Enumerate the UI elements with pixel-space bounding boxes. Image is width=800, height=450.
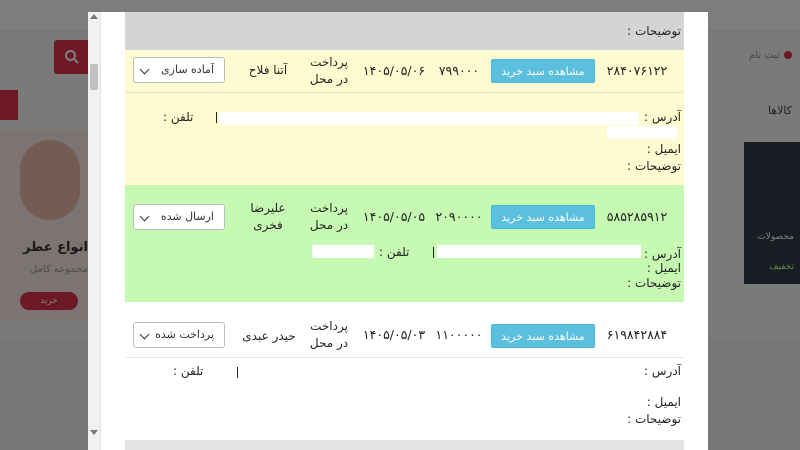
next-order-edge (125, 440, 684, 450)
customer-name: حیدر عبدی (242, 329, 296, 343)
separator-bar (237, 367, 238, 378)
order-row-pending: ۲۸۴۰۷۶۱۲۲ مشاهده سبد خرید ۷۹۹۰۰۰ ۱۴۰۵/۰۵… (125, 50, 684, 185)
address-value-overflow (607, 126, 677, 139)
chevron-down-icon (139, 64, 150, 75)
order-code: ۶۱۹۸۴۲۸۸۴ (606, 327, 668, 342)
scroll-up-arrow-icon[interactable] (90, 14, 98, 19)
previous-order-details: توضیحات : (125, 12, 684, 50)
customer-name: آتنا فلاح (248, 63, 288, 77)
notes-label: توضیحات : (627, 24, 681, 38)
address-value-field (219, 112, 639, 125)
payment-line-1: پرداخت (310, 319, 348, 333)
row-divider (125, 357, 684, 358)
address-label: آدرس : (644, 110, 681, 124)
email-label: ایمیل : (646, 261, 681, 275)
payment-line-2: در محل (309, 72, 349, 86)
separator-bar (433, 247, 434, 258)
orders-modal: توضیحات : ۲۸۴۰۷۶۱۲۲ مشاهده سبد خرید ۷۹۹۰… (88, 12, 708, 450)
order-date: ۱۴۰۵/۰۵/۰۳ (362, 327, 426, 342)
order-row-paid: ۶۱۹۸۴۲۸۸۴ مشاهده سبد خرید ۱۱۰۰۰۰۰ ۱۴۰۵/۰… (125, 302, 684, 440)
status-selected-value: آماده سازی (161, 63, 214, 76)
orders-list: توضیحات : ۲۸۴۰۷۶۱۲۲ مشاهده سبد خرید ۷۹۹۰… (125, 12, 684, 450)
order-row-sent: ۵۸۵۲۸۵۹۱۲ مشاهده سبد خرید ۲۰۹۰۰۰۰ ۱۴۰۵/۰… (125, 185, 684, 302)
address-label: آدرس : (644, 364, 681, 378)
order-amount: ۲۰۹۰۰۰۰ (435, 209, 483, 224)
view-basket-button[interactable]: مشاهده سبد خرید (491, 59, 595, 83)
phone-label: تلفن : (173, 364, 204, 378)
chevron-down-icon (139, 329, 150, 340)
address-label: آدرس : (644, 247, 681, 261)
order-amount: ۷۹۹۰۰۰ (438, 63, 480, 78)
view-basket-button[interactable]: مشاهده سبد خرید (491, 205, 595, 229)
order-code: ۵۸۵۲۸۵۹۱۲ (606, 209, 668, 224)
status-selected-value: ارسال شده (160, 210, 214, 223)
notes-label: توضیحات : (627, 412, 681, 426)
scroll-down-arrow-icon[interactable] (90, 430, 98, 435)
address-value-field (437, 245, 641, 258)
chevron-down-icon (139, 211, 150, 222)
phone-label: تلفن : (163, 110, 194, 124)
order-status-select[interactable]: ارسال شده (133, 204, 225, 230)
customer-last-name: فخری (253, 218, 283, 232)
row-divider (125, 92, 684, 93)
payment-method: پرداخت در محل (301, 54, 357, 88)
payment-line-1: پرداخت (310, 55, 348, 69)
scroll-thumb[interactable] (90, 64, 98, 90)
view-basket-button[interactable]: مشاهده سبد خرید (491, 324, 595, 348)
modal-scrollbar[interactable] (88, 12, 101, 450)
email-label: ایمیل : (646, 395, 681, 409)
notes-label: توضیحات : (627, 276, 681, 290)
customer-first-name: علیرضا (250, 201, 286, 215)
order-amount: ۱۱۰۰۰۰۰ (435, 327, 483, 342)
phone-value-field (312, 245, 374, 258)
payment-line-2: در محل (309, 336, 349, 350)
notes-label: توضیحات : (627, 159, 681, 173)
payment-method: پرداخت در محل (301, 318, 357, 352)
payment-line-1: پرداخت (310, 201, 348, 215)
email-label: ایمیل : (646, 142, 681, 156)
order-date: ۱۴۰۵/۰۵/۰۵ (362, 209, 426, 224)
payment-method: پرداخت در محل (301, 200, 357, 234)
payment-line-2: در محل (309, 218, 349, 232)
separator-bar (216, 112, 217, 123)
order-code: ۲۸۴۰۷۶۱۲۲ (606, 63, 668, 78)
phone-label: تلفن : (379, 245, 410, 259)
customer-name: علیرضا فخری (237, 200, 299, 234)
status-selected-value: پرداخت شده (155, 328, 214, 341)
order-status-select[interactable]: پرداخت شده (133, 322, 225, 348)
order-status-select[interactable]: آماده سازی (133, 57, 225, 83)
order-date: ۱۴۰۵/۰۵/۰۶ (362, 63, 426, 78)
